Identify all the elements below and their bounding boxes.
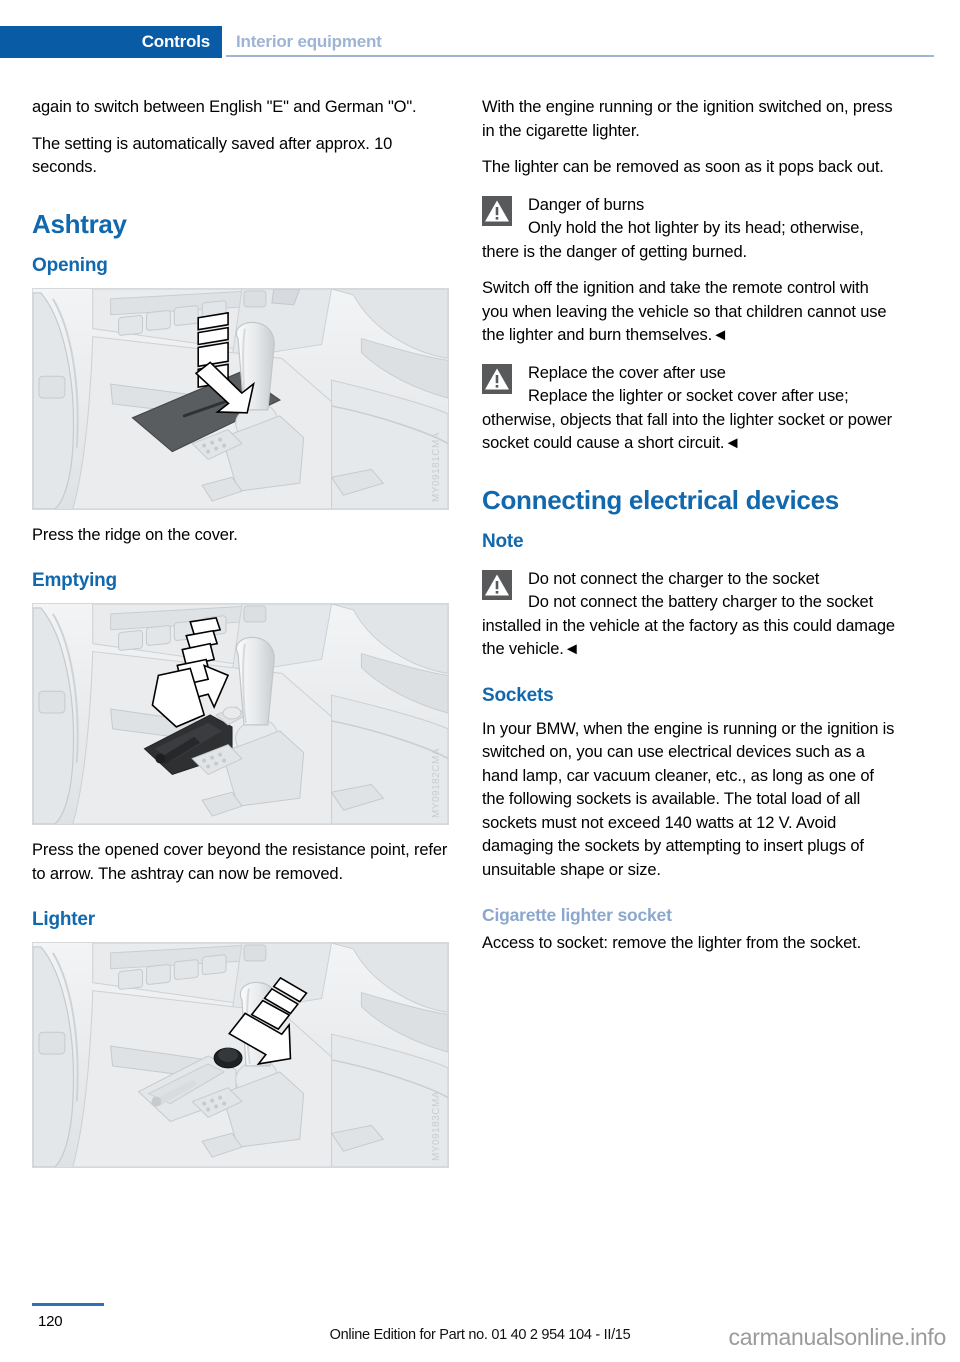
- paragraph-access-to-socket: Access to socket: remove the lighter fro…: [482, 934, 862, 952]
- header-section-label: Interior equipment: [236, 32, 382, 51]
- figure-ashtray-emptying-illustration: [33, 604, 448, 824]
- heading-opening: Opening: [32, 254, 108, 276]
- figure-lighter: MY09183CMA: [32, 942, 449, 1168]
- footer-divider: [32, 1303, 104, 1306]
- caption-emptying: Press the opened cover beyond the resist…: [32, 841, 448, 883]
- figure-ashtray-emptying: MY09182CMA: [32, 603, 449, 825]
- heading-cigarette-lighter-socket: Cigarette lighter socket: [482, 905, 672, 925]
- warning-triangle-icon: [482, 195, 512, 226]
- warning-body: Replace the lighter or socket cover afte…: [482, 387, 892, 452]
- site-watermark: carmanualsonline.info: [728, 1324, 947, 1350]
- warning-replace-cover: Replace the cover after use Replace the …: [482, 362, 899, 456]
- right-column: With the engine running or the ignition …: [482, 96, 899, 956]
- figure-code-opening: MY09181CMA: [431, 432, 442, 503]
- warning-danger-of-burns: Danger of burns Only hold the hot lighte…: [482, 194, 899, 265]
- heading-note: Note: [482, 530, 524, 552]
- header-section: Interior equipment: [236, 26, 382, 58]
- heading-ashtray: Ashtray: [32, 208, 127, 239]
- warning-title: Replace the cover after use: [528, 363, 726, 382]
- heading-connecting-electrical-devices: Connecting electrical devices: [482, 484, 839, 515]
- note-body: Do not connect the battery charger to th…: [482, 593, 895, 658]
- paragraph-setting-saved: The setting is automatically saved after…: [32, 134, 393, 177]
- header-chapter-tab: Controls: [0, 26, 222, 58]
- figure-code-emptying: MY09182CMA: [431, 747, 442, 818]
- figure-ashtray-opening: MY09181CMA: [32, 287, 449, 510]
- paragraph-lighter-pops-out: The lighter can be removed as soon as it…: [482, 158, 884, 176]
- header-chapter-label: Controls: [141, 32, 210, 51]
- paragraph-switch-off-ignition: Switch off the ignition and take the rem…: [482, 279, 887, 344]
- paragraph-sockets: In your BMW, when the engine is running …: [482, 719, 895, 879]
- note-title: Do not connect the charger to the socket: [528, 569, 820, 588]
- paragraph-continued: again to switch between English "E" and …: [32, 98, 417, 116]
- page-header: Controls Interior equipment: [0, 26, 960, 58]
- warning-title: Danger of burns: [528, 195, 645, 214]
- note-do-not-connect-charger: Do not connect the charger to the socket…: [482, 568, 899, 662]
- heading-emptying: Emptying: [32, 570, 117, 591]
- paragraph-press-in-lighter: With the engine running or the ignition …: [482, 98, 893, 140]
- figure-lighter-illustration: [33, 943, 448, 1167]
- left-column: again to switch between English "E" and …: [32, 96, 449, 1182]
- figure-code-lighter: MY09183CMA: [431, 1090, 442, 1161]
- warning-body: Only hold the hot lighter by its head; o…: [482, 219, 864, 261]
- warning-triangle-icon: [482, 363, 512, 394]
- figure-ashtray-opening-illustration: [33, 288, 448, 509]
- heading-lighter: Lighter: [32, 909, 95, 930]
- heading-sockets: Sockets: [482, 684, 554, 706]
- warning-triangle-icon: [482, 569, 512, 600]
- header-divider: [226, 55, 934, 57]
- caption-opening: Press the ridge on the cover.: [32, 525, 238, 544]
